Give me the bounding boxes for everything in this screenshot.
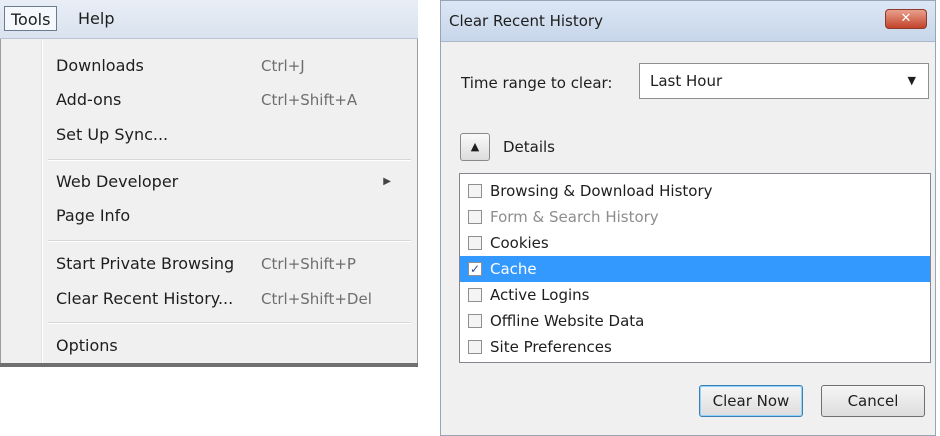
submenu-arrow-icon: ▶ (383, 176, 391, 187)
clear-recent-history-dialog: Clear Recent History ✕ Time range to cle… (440, 0, 936, 436)
menu-item-label: Options (56, 336, 118, 355)
menu-item-options[interactable]: Options (56, 329, 407, 363)
list-item-label: Browsing & Download History (490, 182, 713, 200)
menu-item-set-up-sync[interactable]: Set Up Sync... (56, 118, 407, 152)
list-item-site-preferences[interactable]: Site Preferences (460, 334, 930, 360)
list-item-label: Offline Website Data (490, 312, 645, 330)
menu-item-label: Add-ons (56, 90, 122, 109)
menu-bottom-edge (0, 363, 418, 367)
time-range-label: Time range to clear: (461, 74, 613, 92)
menu-item-label: Clear Recent History... (56, 289, 234, 308)
list-item-form-search-history[interactable]: Form & Search History (460, 204, 930, 230)
details-label: Details (503, 138, 556, 156)
list-item-label: Form & Search History (490, 208, 659, 226)
menu-tools[interactable]: Tools (4, 6, 58, 31)
close-button[interactable]: ✕ (885, 9, 927, 29)
menu-item-label: Downloads (56, 56, 144, 75)
menu-item-label: Page Info (56, 206, 131, 225)
checkbox[interactable]: ✓ (468, 262, 482, 276)
menu-item-page-info[interactable]: Page Info (56, 199, 407, 233)
time-range-value: Last Hour (650, 72, 723, 90)
menu-gutter (41, 39, 42, 363)
close-icon: ✕ (900, 11, 912, 26)
checkbox[interactable] (468, 236, 482, 250)
menu-item-label: Set Up Sync... (56, 125, 169, 144)
menu-help[interactable]: Help (72, 6, 120, 31)
details-toggle-button[interactable]: ▲ (460, 133, 490, 161)
menu-bar: Tools Help (0, 0, 418, 39)
check-icon: ✓ (469, 262, 481, 276)
history-items-list[interactable]: Browsing & Download History Form & Searc… (459, 173, 931, 363)
menu-item-shortcut: Ctrl+Shift+A (261, 91, 358, 109)
clear-now-button[interactable]: Clear Now (699, 385, 803, 417)
time-range-select[interactable]: Last Hour ▼ (639, 63, 929, 99)
list-item-label: Cache (490, 260, 537, 278)
list-item-label: Active Logins (490, 286, 590, 304)
menu-item-label: Start Private Browsing (56, 254, 235, 273)
checkbox[interactable] (468, 340, 482, 354)
list-item-cookies[interactable]: Cookies (460, 230, 930, 256)
menu-item-shortcut: Ctrl+J (261, 57, 305, 75)
menu-item-shortcut: Ctrl+Shift+P (261, 255, 356, 273)
menu-item-downloads[interactable]: Downloads Ctrl+J (56, 49, 407, 83)
chevron-up-icon: ▲ (470, 140, 480, 153)
checkbox[interactable] (468, 314, 482, 328)
menu-item-label: Web Developer (56, 172, 179, 191)
menu-item-start-private-browsing[interactable]: Start Private Browsing Ctrl+Shift+P (56, 247, 407, 281)
cancel-button[interactable]: Cancel (821, 385, 925, 417)
list-item-offline-website-data[interactable]: Offline Website Data (460, 308, 930, 334)
menu-separator (48, 159, 411, 160)
list-item-label: Cookies (490, 234, 549, 252)
list-item-browsing-download-history[interactable]: Browsing & Download History (460, 178, 930, 204)
chevron-down-icon: ▼ (907, 74, 916, 87)
checkbox[interactable] (468, 288, 482, 302)
menu-item-clear-recent-history[interactable]: Clear Recent History... Ctrl+Shift+Del (56, 282, 407, 316)
menu-item-shortcut: Ctrl+Shift+Del (261, 290, 372, 308)
menu-separator (48, 322, 411, 323)
list-item-cache[interactable]: ✓ Cache (460, 256, 930, 282)
menu-item-web-developer[interactable]: Web Developer ▶ (56, 165, 407, 199)
tools-menu-dropdown: Downloads Ctrl+J Add-ons Ctrl+Shift+A Se… (0, 39, 418, 364)
dialog-title: Clear Recent History (449, 12, 603, 30)
menu-item-add-ons[interactable]: Add-ons Ctrl+Shift+A (56, 83, 407, 117)
list-item-label: Site Preferences (490, 338, 612, 356)
list-item-active-logins[interactable]: Active Logins (460, 282, 930, 308)
menu-separator (48, 240, 411, 241)
checkbox[interactable] (468, 184, 482, 198)
dialog-titlebar[interactable]: Clear Recent History ✕ (441, 1, 935, 42)
checkbox[interactable] (468, 210, 482, 224)
